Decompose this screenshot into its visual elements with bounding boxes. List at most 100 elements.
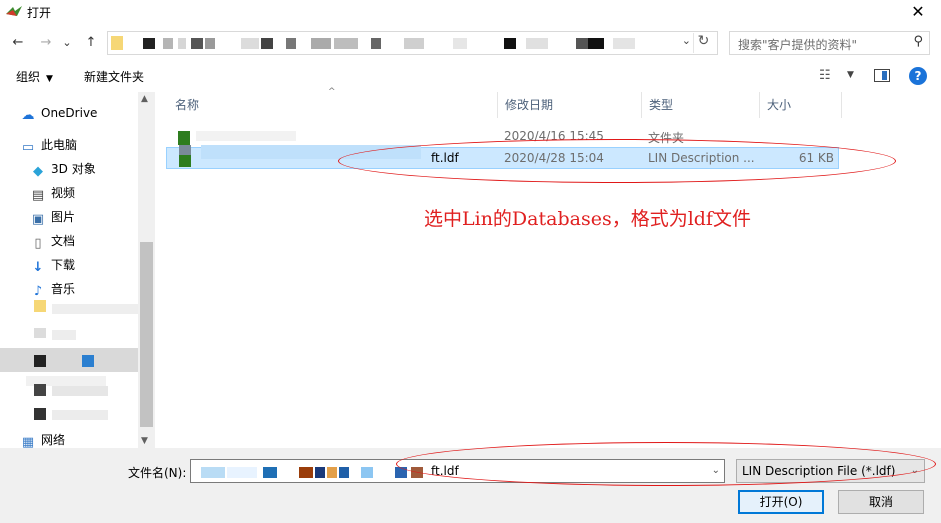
- redacted-drive-label: [52, 304, 142, 314]
- cancel-button[interactable]: 取消: [838, 490, 924, 514]
- redacted-file-name: [201, 467, 225, 478]
- view-dropdown-icon[interactable]: ▼: [847, 70, 854, 80]
- drive-icon: [34, 300, 46, 312]
- redacted-path: [576, 38, 588, 49]
- scroll-up-icon[interactable]: ▲: [141, 94, 148, 104]
- sidebar-item-label: 图片: [51, 210, 76, 224]
- column-header-name[interactable]: 名称: [168, 92, 498, 118]
- open-button[interactable]: 打开(O): [738, 490, 824, 514]
- redacted-path: [334, 38, 358, 49]
- redacted-path: [261, 38, 273, 49]
- recent-locations-icon[interactable]: ⌄: [60, 32, 74, 54]
- redacted-file-name: [315, 467, 325, 478]
- drive-icon: [34, 355, 46, 367]
- network-icon: ▦: [21, 435, 35, 449]
- annotation-ellipse: [338, 139, 896, 183]
- drive-icon: [34, 408, 46, 420]
- annotation-ellipse: [396, 442, 936, 486]
- navigation-pane: ☁ OneDrive ▭ 此电脑 ◆ 3D 对象 ▤ 视频 ▣ 图片 ▯ 文档 ↓ 下载 ♪ 音…: [0, 92, 155, 448]
- window-title: 打开: [27, 6, 52, 20]
- column-header-date[interactable]: 修改日期: [498, 92, 642, 118]
- app-icon: [6, 6, 22, 16]
- cloud-icon: ☁: [21, 108, 35, 123]
- organize-arrow-icon: ▼: [46, 74, 53, 84]
- file-list-header: ^ 名称 修改日期 类型 大小: [158, 87, 941, 118]
- sidebar-item-music[interactable]: ♪ 音乐: [30, 278, 75, 300]
- annotation-text: 选中Lin的Databases，格式为ldf文件: [424, 208, 751, 230]
- sidebar-item-label: OneDrive: [41, 106, 98, 120]
- view-options-icon[interactable]: ☷: [819, 68, 831, 83]
- help-icon[interactable]: ?: [909, 67, 927, 85]
- redacted-path: [311, 38, 331, 49]
- redacted-path: [205, 38, 215, 49]
- sidebar-item-label: 文档: [51, 234, 76, 248]
- sidebar-item-onedrive[interactable]: ☁ OneDrive: [20, 102, 98, 124]
- redacted-path: [588, 38, 604, 49]
- sidebar-item-videos[interactable]: ▤ 视频: [30, 182, 75, 204]
- sidebar-item-label: 此电脑: [41, 138, 78, 152]
- computer-icon: ▭: [21, 140, 35, 155]
- forward-arrow-icon[interactable]: →: [36, 32, 56, 54]
- cube-icon: ◆: [33, 164, 43, 179]
- refresh-icon[interactable]: ↻: [693, 33, 713, 53]
- sidebar-scrollbar[interactable]: ▲ ▼: [138, 92, 155, 448]
- title-bar: 打开 ✕: [0, 0, 941, 26]
- redacted-path: [143, 38, 155, 49]
- sidebar-item-label: 3D 对象: [51, 162, 96, 176]
- close-icon[interactable]: ✕: [895, 0, 941, 26]
- redacted-file-name: [227, 467, 257, 478]
- redacted-path: [178, 38, 186, 49]
- picture-icon: ▣: [31, 212, 45, 227]
- new-folder-button[interactable]: 新建文件夹: [84, 68, 144, 85]
- search-box[interactable]: 搜索"客户提供的资料" ⚲: [729, 31, 930, 55]
- command-toolbar: 组织 ▼ 新建文件夹 ☷ ▼ ?: [0, 62, 941, 90]
- redacted-file-name: [263, 467, 277, 478]
- sidebar-item-documents[interactable]: ▯ 文档: [30, 230, 75, 252]
- column-header-type[interactable]: 类型: [642, 92, 760, 118]
- drive-icon: [34, 328, 46, 338]
- address-dropdown-icon[interactable]: ⌄: [682, 34, 691, 47]
- redacted-file-name: [299, 467, 313, 478]
- redacted-path: [286, 38, 296, 49]
- redacted-path: [504, 38, 516, 49]
- up-arrow-icon[interactable]: ↑: [81, 32, 101, 54]
- sidebar-item-label: 下载: [51, 258, 76, 272]
- redacted-drive-label: [52, 330, 76, 340]
- navigation-bar: ← → ⌄ ↑ ⌄ ↻ 搜索"客户提供的资料" ⚲: [0, 28, 941, 58]
- redacted-file-name: [339, 467, 349, 478]
- redacted-path: [453, 38, 467, 49]
- redacted-path: [371, 38, 381, 49]
- redacted-path: [613, 38, 635, 49]
- redacted-file-name: [361, 467, 373, 478]
- search-icon[interactable]: ⚲: [913, 34, 923, 49]
- sidebar-item-downloads[interactable]: ↓ 下载: [30, 254, 75, 276]
- download-icon: ↓: [32, 260, 44, 275]
- redacted-drive-label: [52, 386, 108, 396]
- address-bar[interactable]: ⌄ ↻: [107, 31, 718, 55]
- organize-button[interactable]: 组织 ▼: [16, 68, 53, 85]
- column-header-size[interactable]: 大小: [760, 92, 842, 118]
- redacted-drive-label: [52, 410, 108, 420]
- redacted-path: [404, 38, 424, 49]
- search-placeholder: 搜索"客户提供的资料": [738, 38, 858, 52]
- folder-icon: [111, 36, 123, 50]
- sidebar-item-3d-objects[interactable]: ◆ 3D 对象: [30, 158, 96, 180]
- sidebar-item-label: 音乐: [51, 282, 76, 296]
- scrollbar-thumb[interactable]: [140, 242, 153, 427]
- scroll-down-icon[interactable]: ▼: [141, 436, 148, 446]
- document-icon: ▯: [34, 236, 42, 251]
- drive-icon: [34, 384, 46, 396]
- file-icon: [179, 155, 191, 167]
- sidebar-item-pictures[interactable]: ▣ 图片: [30, 206, 75, 228]
- preview-pane-icon[interactable]: [874, 69, 890, 82]
- filename-label: 文件名(N):: [128, 466, 187, 480]
- sidebar-item-this-pc[interactable]: ▭ 此电脑: [20, 134, 77, 156]
- back-arrow-icon[interactable]: ←: [8, 32, 28, 54]
- sidebar-item-network[interactable]: ▦ 网络: [20, 429, 65, 448]
- sidebar-item-selected-drive[interactable]: [0, 348, 138, 372]
- redacted-drive-label: [82, 355, 94, 367]
- sidebar-item-label: 网络: [41, 433, 66, 447]
- sidebar-item-label: 视频: [51, 186, 76, 200]
- dialog-footer: 文件名(N): ft.ldf ⌄ LIN Description File (*…: [0, 442, 941, 523]
- redacted-file-name: [327, 467, 337, 478]
